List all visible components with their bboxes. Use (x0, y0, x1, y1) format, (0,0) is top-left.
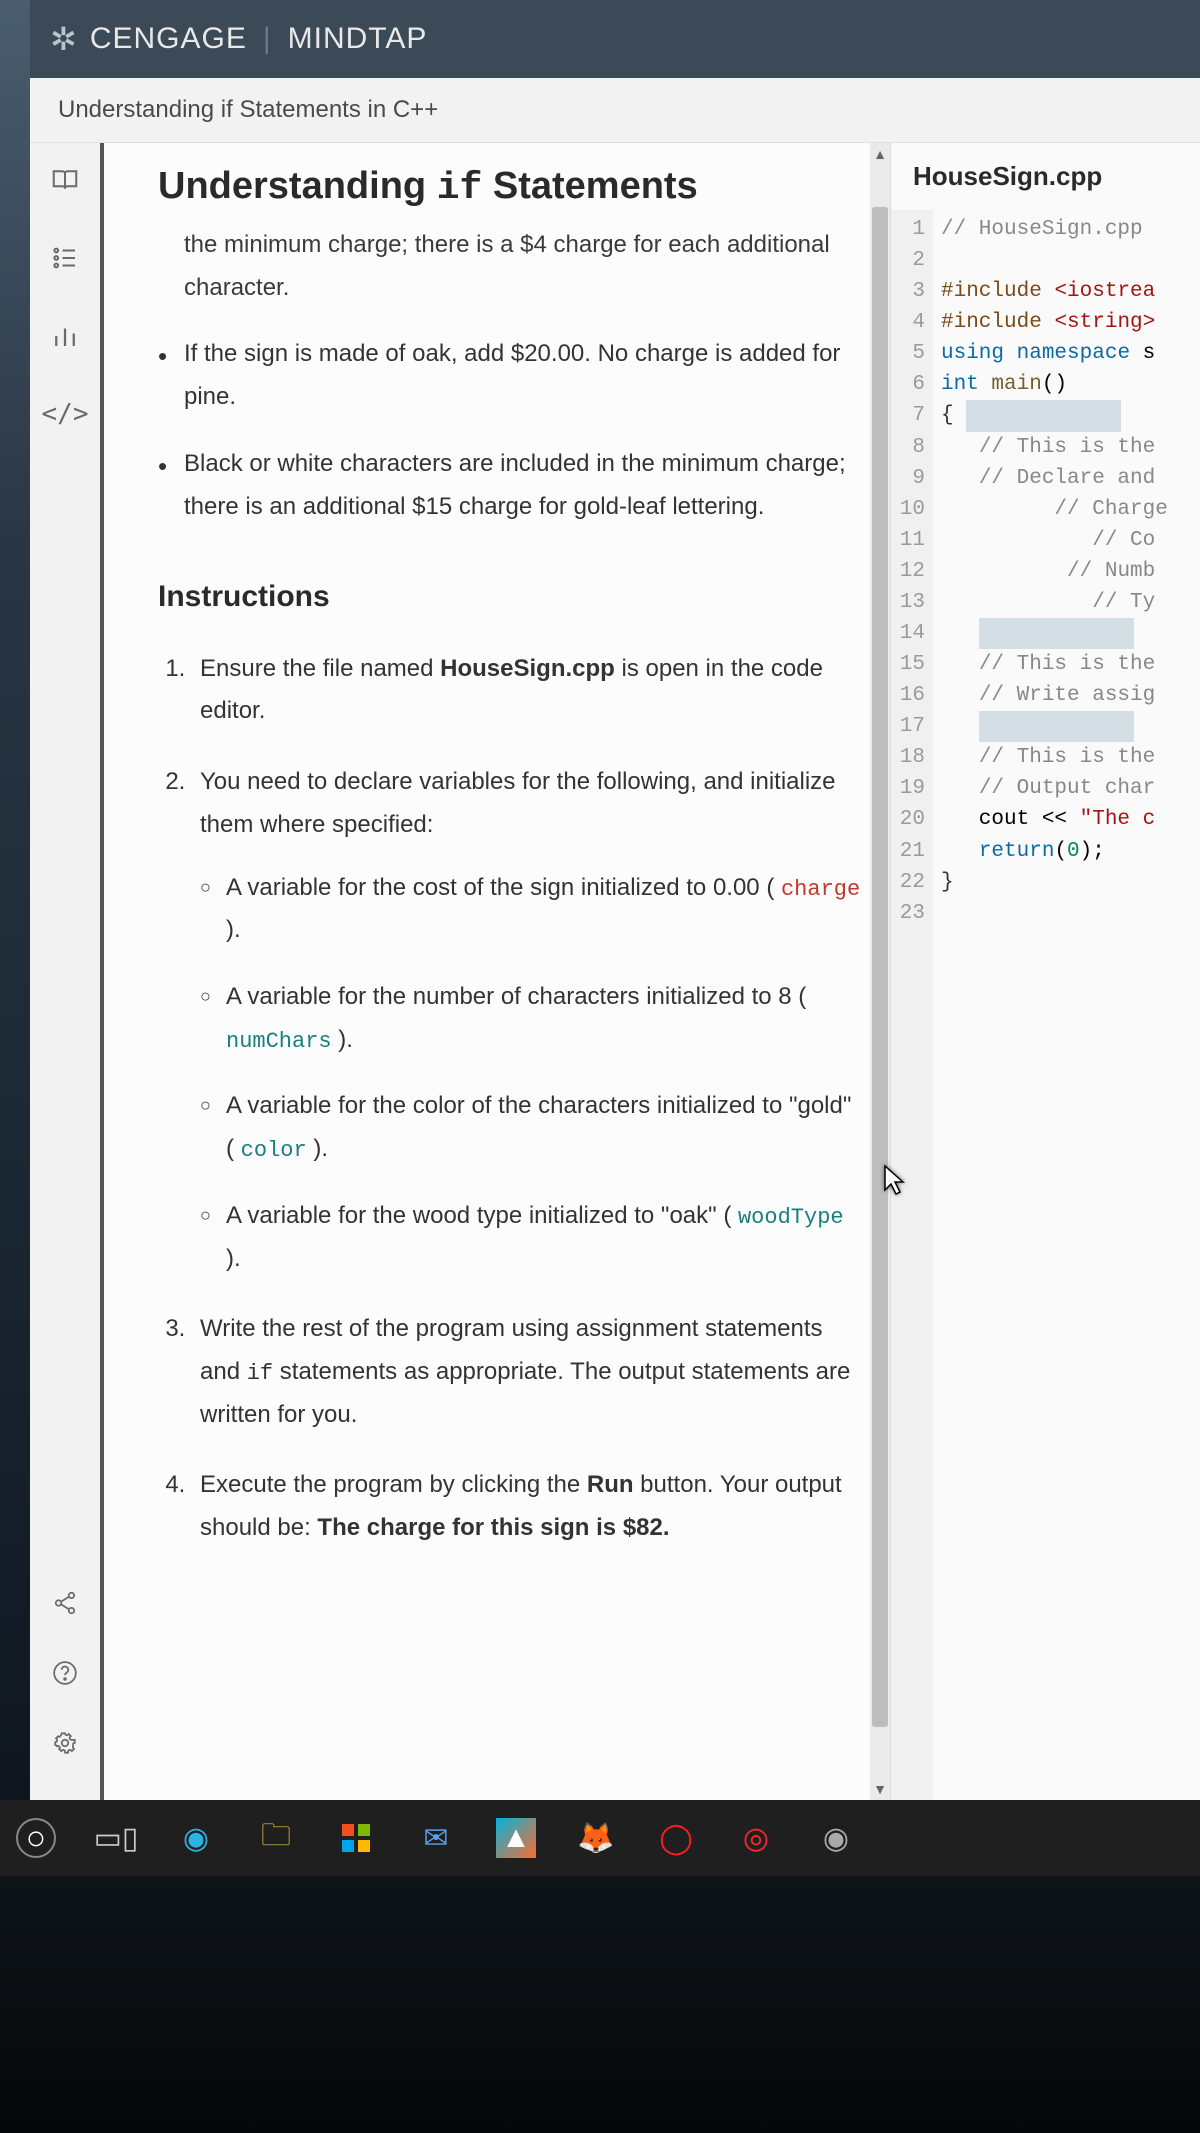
instructions-pane: Understanding if Statements the minimum … (100, 143, 890, 1800)
code-token: if (247, 1361, 273, 1386)
mail-icon[interactable]: ✉ (416, 1818, 456, 1858)
code-icon[interactable]: </> (48, 397, 82, 431)
expected-output: The charge for this sign is $82. (317, 1514, 669, 1541)
code-area[interactable]: 1234567891011121314151617181920212223 //… (891, 210, 1200, 1800)
sub-item: A variable for the cost of the sign init… (200, 867, 862, 952)
instruction-step: You need to declare variables for the fo… (192, 761, 862, 1280)
lesson-body: the minimum charge; there is a $4 charge… (158, 224, 862, 1550)
opera-gx-icon[interactable]: ◎ (736, 1818, 776, 1858)
ms-store-icon[interactable] (336, 1818, 376, 1858)
main-area: </> Understanding if Statements the mini… (30, 143, 1200, 1800)
mindtap-window: ✲ CENGAGE | MINDTAP Understanding if Sta… (30, 0, 1200, 1800)
book-icon[interactable] (48, 163, 82, 197)
line-number-gutter: 1234567891011121314151617181920212223 (891, 210, 933, 1800)
instructions-heading: Instructions (158, 570, 862, 623)
product-name: MINDTAP (288, 22, 428, 56)
bullet-list: If the sign is made of oak, add $20.00. … (158, 333, 862, 528)
instruction-step: Execute the program by clicking the Run … (192, 1464, 862, 1549)
sub-item: A variable for the wood type initialized… (200, 1195, 862, 1280)
truncated-prior-bullet: the minimum charge; there is a $4 charge… (158, 224, 862, 309)
code-content[interactable]: // HouseSign.cpp #include <iostrea#inclu… (933, 210, 1176, 1800)
code-token: numChars (226, 1029, 332, 1054)
cengage-logo-icon: ✲ (50, 20, 78, 58)
edge-browser-icon[interactable]: ◉ (176, 1818, 216, 1858)
heading-keyword: if (437, 167, 483, 210)
cortana-icon[interactable]: ◉ (816, 1818, 856, 1858)
desktop-background (0, 0, 30, 1800)
code-token: color (241, 1138, 307, 1163)
instruction-step: Ensure the file named HouseSign.cpp is o… (192, 648, 862, 733)
scroll-up-icon[interactable]: ▲ (870, 143, 890, 165)
bullet-item: Black or white characters are included i… (158, 443, 862, 528)
filename-bold: HouseSign.cpp (440, 655, 615, 682)
desk-surface (0, 1876, 1200, 2133)
checklist-icon[interactable] (48, 241, 82, 275)
firefox-icon[interactable]: 🦊 (576, 1818, 616, 1858)
bullet-item: If the sign is made of oak, add $20.00. … (158, 333, 862, 418)
left-nav-rail: </> (30, 143, 100, 1800)
code-token: charge (781, 877, 860, 902)
windows-taskbar[interactable]: ○ ▭▯ ◉ 🗀 ✉ ▲ 🦊 ◯ ◎ ◉ (0, 1800, 1200, 1876)
gear-icon[interactable] (48, 1726, 82, 1760)
instructions-scrollbar[interactable]: ▲ ▼ (870, 143, 890, 1800)
scroll-down-icon[interactable]: ▼ (870, 1778, 890, 1800)
scrollbar-thumb[interactable] (872, 207, 888, 1727)
task-view-icon[interactable]: ▭▯ (96, 1818, 136, 1858)
share-icon[interactable] (48, 1586, 82, 1620)
photos-icon[interactable]: ▲ (496, 1818, 536, 1858)
instruction-step: Write the rest of the program using assi… (192, 1308, 862, 1436)
app-title-bar: ✲ CENGAGE | MINDTAP (30, 0, 1200, 78)
code-editor-pane: HouseSign.cpp 12345678910111213141516171… (890, 143, 1200, 1800)
sub-item: A variable for the number of characters … (200, 976, 862, 1061)
start-button[interactable]: ○ (16, 1818, 56, 1858)
help-icon[interactable] (48, 1656, 82, 1690)
opera-icon[interactable]: ◯ (656, 1818, 696, 1858)
sub-list: A variable for the cost of the sign init… (200, 867, 862, 1281)
bar-chart-icon[interactable] (48, 319, 82, 353)
run-button-label: Run (587, 1471, 634, 1498)
lesson-heading: Understanding if Statements (158, 165, 862, 210)
title-separator: | (263, 22, 272, 56)
instructions-list: Ensure the file named HouseSign.cpp is o… (158, 648, 862, 1550)
brand-name: CENGAGE (90, 22, 247, 56)
heading-pre: Understanding (158, 165, 437, 207)
editor-filename-tab[interactable]: HouseSign.cpp (891, 143, 1200, 210)
code-token: woodType (738, 1205, 844, 1230)
file-explorer-icon[interactable]: 🗀 (256, 1818, 296, 1858)
lesson-subtitle: Understanding if Statements in C++ (30, 78, 1200, 143)
sub-item: A variable for the color of the characte… (200, 1085, 862, 1170)
heading-post: Statements (482, 165, 697, 207)
